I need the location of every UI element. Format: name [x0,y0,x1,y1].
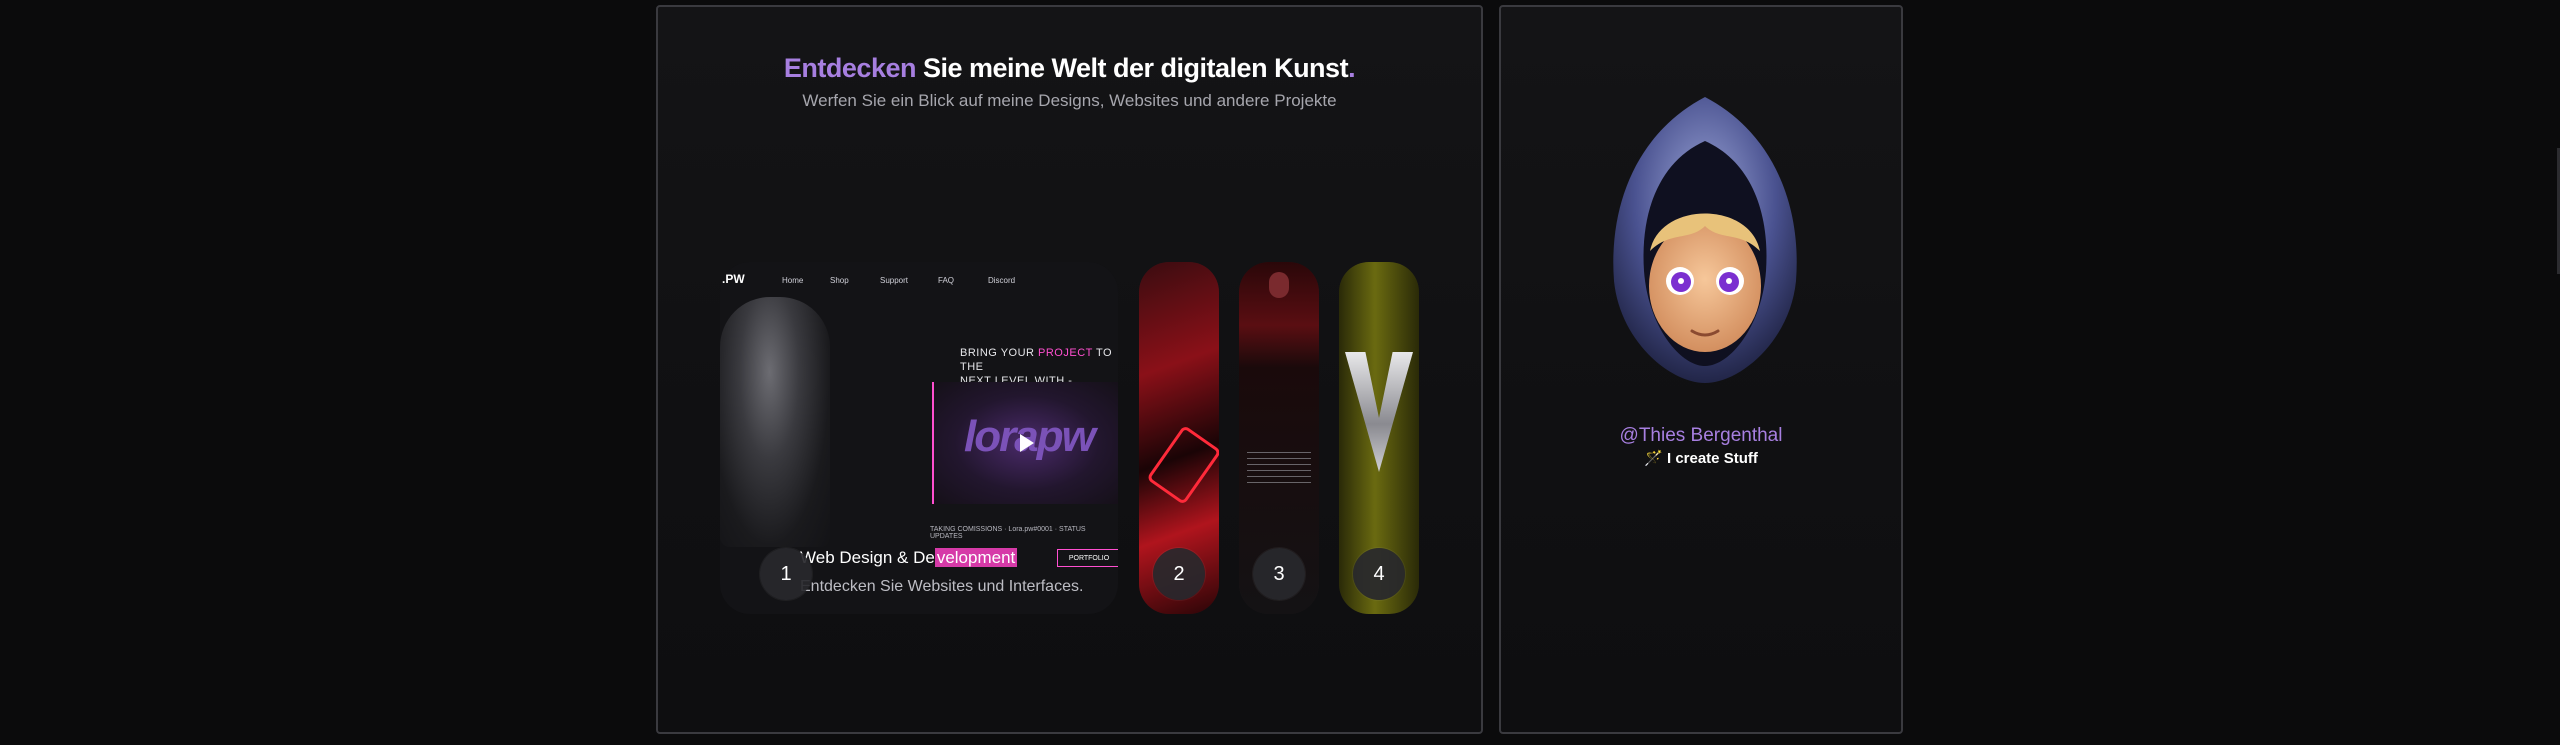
mock-footer: TAKING COMISSIONS · Lora.pw#0001 · STATU… [930,526,1086,540]
project-description: Entdecken Sie Websites und Interfaces. [800,578,1084,595]
profile-handle[interactable]: @Thies Bergenthal [1501,425,1901,447]
project-card-3[interactable]: 3 [1239,262,1319,614]
hero-subtitle: Werfen Sie ein Blick auf meine Designs, … [802,91,1337,110]
hero-title: Entdecken Sie meine Welt der digitalen K… [783,53,1356,83]
portfolio-panel: Entdecken Sie meine Welt der digitalen K… [656,5,1483,734]
project-card-2[interactable]: 2 [1139,262,1219,614]
project-card-web-design[interactable]: .PW Home Shop Support FAQ Discord BRING … [720,262,1118,614]
statue-image [720,297,830,547]
project-number-badge: 2 [1153,548,1205,600]
project-title: Web Design & De velopment [800,548,1018,567]
project-number-badge: 3 [1253,548,1305,600]
play-icon [1020,434,1034,452]
profile-panel: @Thies Bergenthal 🪄 I create Stuff [1499,5,1903,734]
project-number-badge: 1 [760,548,812,600]
mock-portfolio-button: PORTFOLIO [1057,549,1118,567]
avatar [1613,97,1797,383]
mock-video-preview: lorapw [932,382,1118,504]
profile-tagline: 🪄 I create Stuff [1644,450,1758,467]
mock-nav: Home Shop Support FAQ Discord [782,276,1016,285]
project-card-4[interactable]: 4 [1339,262,1419,614]
project-number-badge: 4 [1353,548,1405,600]
